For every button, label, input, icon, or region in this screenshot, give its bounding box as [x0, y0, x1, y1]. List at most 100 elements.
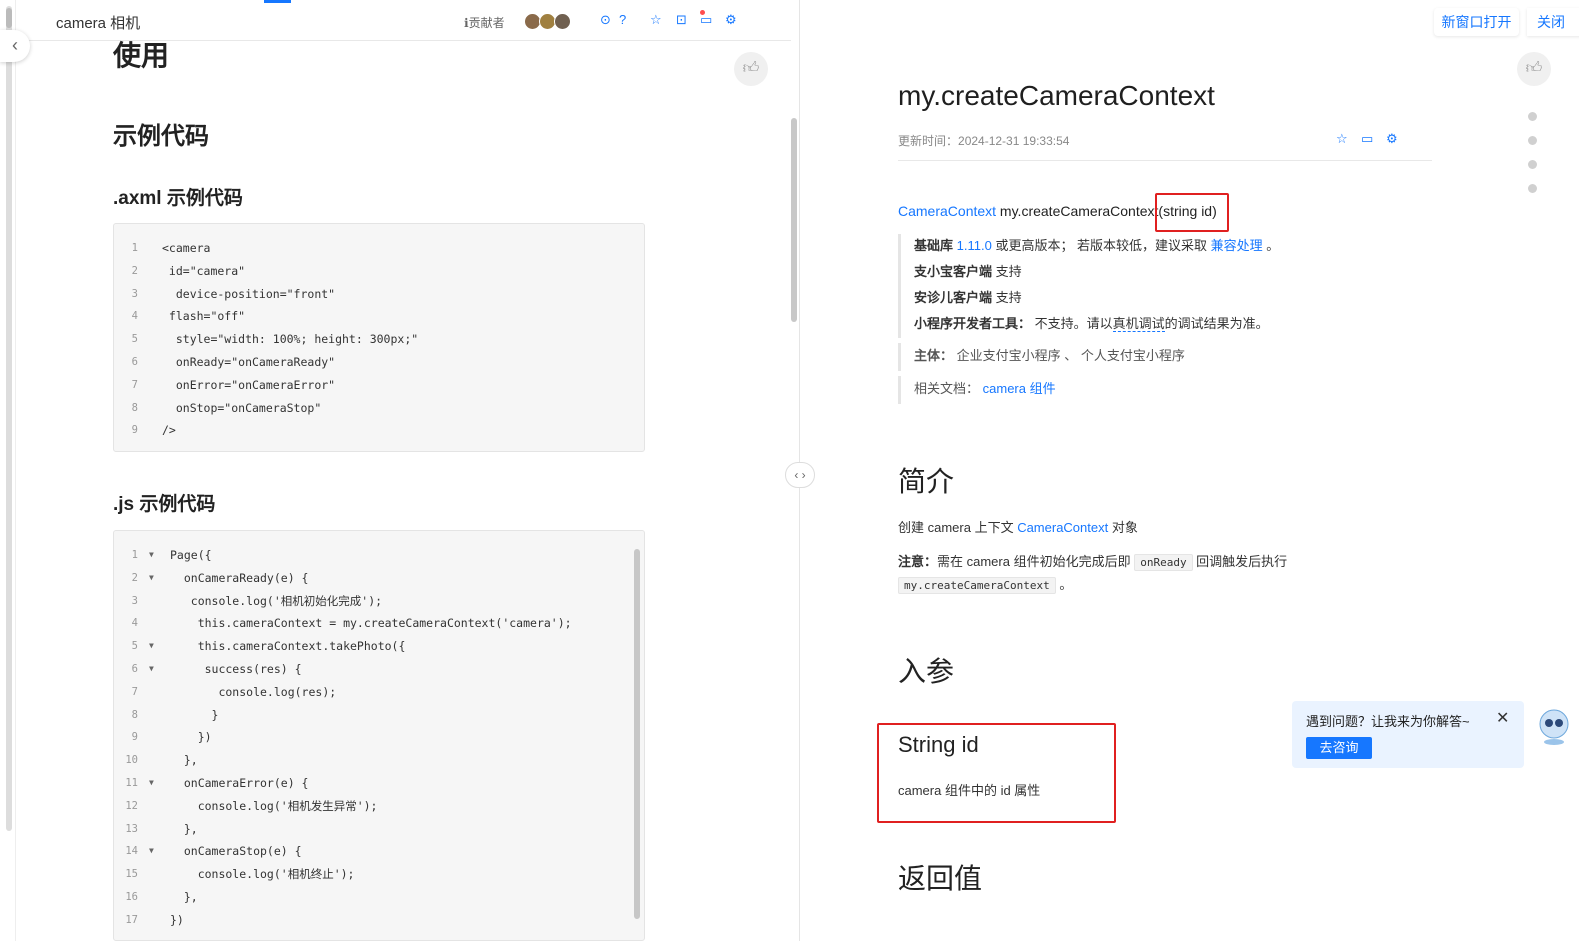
- axml-code-block[interactable]: 1 <camera 2 id="camera" 3 device-position="…: [113, 223, 645, 452]
- doc-title: camera 相机: [56, 15, 141, 32]
- line-number: 3: [131, 594, 138, 607]
- line-number: 2: [131, 571, 138, 584]
- toc-dot[interactable]: [1528, 112, 1537, 121]
- line-number: 12: [125, 799, 138, 812]
- fold-toggle-icon[interactable]: ▼: [149, 567, 154, 590]
- contributor-avatars[interactable]: [524, 13, 571, 30]
- help-icon[interactable]: ?: [619, 12, 626, 27]
- support-info: 基础库 1.11.0 或更高版本； 若版本较低，建议采取 兼容处理 。 支小宝客…: [898, 234, 1438, 338]
- updated-time: 更新时间：2024-12-31 19:33:54: [898, 134, 1070, 148]
- outer-scrollbar-track[interactable]: [6, 6, 12, 831]
- code-text: />: [162, 423, 176, 438]
- help-popup: 遇到问题？让我来为你解答~ ✕ 去咨询: [1292, 701, 1524, 768]
- code-line: 1 <camera: [114, 237, 644, 260]
- code-line: 3 device-position="front": [114, 283, 644, 306]
- bookmark-icon[interactable]: ⊡: [676, 12, 687, 28]
- star-icon[interactable]: ☆: [1336, 131, 1348, 147]
- settings-icon[interactable]: ⚙: [1386, 131, 1398, 147]
- fold-toggle-icon[interactable]: ▼: [149, 658, 154, 681]
- line-number: 9: [131, 731, 138, 744]
- line-number: 4: [131, 617, 138, 630]
- camera-component-link[interactable]: camera 组件: [983, 381, 1056, 396]
- code-text: }: [170, 707, 219, 722]
- code-text: device-position="front": [162, 286, 336, 301]
- toc-dot[interactable]: [1528, 184, 1537, 193]
- code-text: success(res) {: [170, 661, 302, 676]
- fold-toggle-icon[interactable]: ▼: [149, 840, 154, 863]
- code-text: id="camera": [162, 263, 246, 278]
- close-icon[interactable]: ✕: [1496, 708, 1509, 728]
- code-line: 2 ▼ onCameraReady(e) {: [114, 567, 644, 590]
- line-number: 6: [131, 355, 138, 368]
- code-text: onCameraStop(e) {: [170, 844, 302, 859]
- cameracontext-link[interactable]: CameraContext: [1017, 520, 1108, 535]
- code-text: },: [170, 821, 198, 836]
- param-desc: camera 组件中的 id 属性: [898, 783, 1041, 798]
- code-line: 8 }: [114, 704, 644, 727]
- highlight-box: [1155, 193, 1229, 232]
- heading-js: .js 示例代码: [113, 494, 216, 515]
- fold-toggle-icon[interactable]: ▼: [149, 635, 154, 658]
- code-text: },: [170, 753, 198, 768]
- outer-scrollbar-thumb[interactable]: [6, 8, 12, 28]
- thumbs-up-icon: 👍︎: [742, 60, 760, 77]
- toc-dot[interactable]: [1528, 136, 1537, 145]
- code-line: 7 console.log(res);: [114, 681, 644, 704]
- line-number: 15: [125, 868, 138, 881]
- like-button[interactable]: 👍︎: [734, 52, 768, 86]
- settings-icon[interactable]: ⚙: [725, 12, 737, 28]
- folder-icon[interactable]: ▭: [700, 12, 712, 28]
- return-heading: 返回值: [898, 863, 983, 894]
- code-line: 2 id="camera": [114, 260, 644, 283]
- collapse-button[interactable]: ‹: [0, 30, 30, 62]
- js-code-block[interactable]: 1 ▼ Page({2 ▼ onCameraReady(e) {3 console.l…: [113, 530, 645, 941]
- toc-dot[interactable]: [1528, 160, 1537, 169]
- star-icon[interactable]: ☆: [650, 12, 662, 28]
- app-root: camera 相机 ℹ︎贡献者 ⊙ ? ☆ ⊡ ▭ ⚙ ‹ 👍︎ 使用 示例代码…: [0, 0, 1579, 941]
- line-number: 7: [131, 685, 138, 698]
- code-line: 5 style="width: 100%; height: 300px;": [114, 328, 644, 351]
- note-text: 注意：需在 camera 组件初始化完成后即 onReady 回调触发后执行 my…: [898, 554, 1288, 594]
- open-new-window-button[interactable]: 新窗口打开: [1434, 8, 1519, 36]
- compat-link[interactable]: 兼容处理: [1211, 238, 1263, 253]
- device-debug-link[interactable]: 真机调试: [1112, 316, 1165, 332]
- contributors-label[interactable]: ℹ︎贡献者: [464, 14, 505, 31]
- code-text: console.log(res);: [170, 684, 337, 699]
- code-text: <camera: [162, 241, 211, 255]
- line-number: 5: [131, 640, 138, 653]
- folder-icon[interactable]: ▭: [1361, 131, 1373, 147]
- avatar[interactable]: [554, 13, 571, 30]
- divider: [898, 160, 1432, 161]
- params-heading: 入参: [898, 656, 955, 687]
- fold-toggle-icon[interactable]: ▼: [149, 772, 154, 795]
- assistant-robot-icon[interactable]: [1537, 702, 1571, 746]
- consult-button[interactable]: 去咨询: [1306, 737, 1372, 759]
- line-number: 7: [131, 378, 138, 391]
- line-number: 14: [125, 845, 138, 858]
- line-number: 3: [131, 287, 138, 300]
- code-text: style="width: 100%; height: 300px;": [162, 332, 419, 347]
- intro-heading: 简介: [898, 466, 955, 497]
- related-docs: 相关文档： camera 组件: [898, 376, 1056, 404]
- subject-info: 主体： 企业支付宝小程序 、 个人支付宝小程序: [898, 343, 1185, 371]
- heading-use: 使用: [113, 40, 170, 71]
- code-text: this.cameraContext = my.createCameraCont…: [170, 616, 572, 631]
- fold-toggle-icon[interactable]: ▼: [149, 544, 154, 567]
- code-line: 11 ▼ onCameraError(e) {: [114, 772, 644, 795]
- code-text: this.cameraContext.takePhoto({: [170, 639, 406, 654]
- like-button[interactable]: 👍︎: [1517, 52, 1551, 86]
- left-scrollbar[interactable]: [791, 118, 797, 322]
- github-icon[interactable]: ⊙: [600, 12, 611, 28]
- close-button[interactable]: 关闭: [1527, 8, 1579, 36]
- code-line: 14 ▼ onCameraStop(e) {: [114, 840, 644, 863]
- code-line: 13 },: [114, 818, 644, 841]
- code-line: 17}): [114, 909, 644, 932]
- lib-version-link[interactable]: 1.11.0: [957, 238, 992, 253]
- code-text: onCameraReady(e) {: [170, 570, 309, 585]
- thumbs-up-icon: 👍︎: [1525, 60, 1543, 77]
- api-title: my.createCameraContext: [898, 80, 1215, 111]
- cameracontext-link[interactable]: CameraContext: [898, 203, 996, 219]
- code-text: console.log('相机发生异常');: [170, 798, 378, 813]
- line-number: 13: [125, 822, 138, 835]
- heading-example: 示例代码: [113, 123, 209, 150]
